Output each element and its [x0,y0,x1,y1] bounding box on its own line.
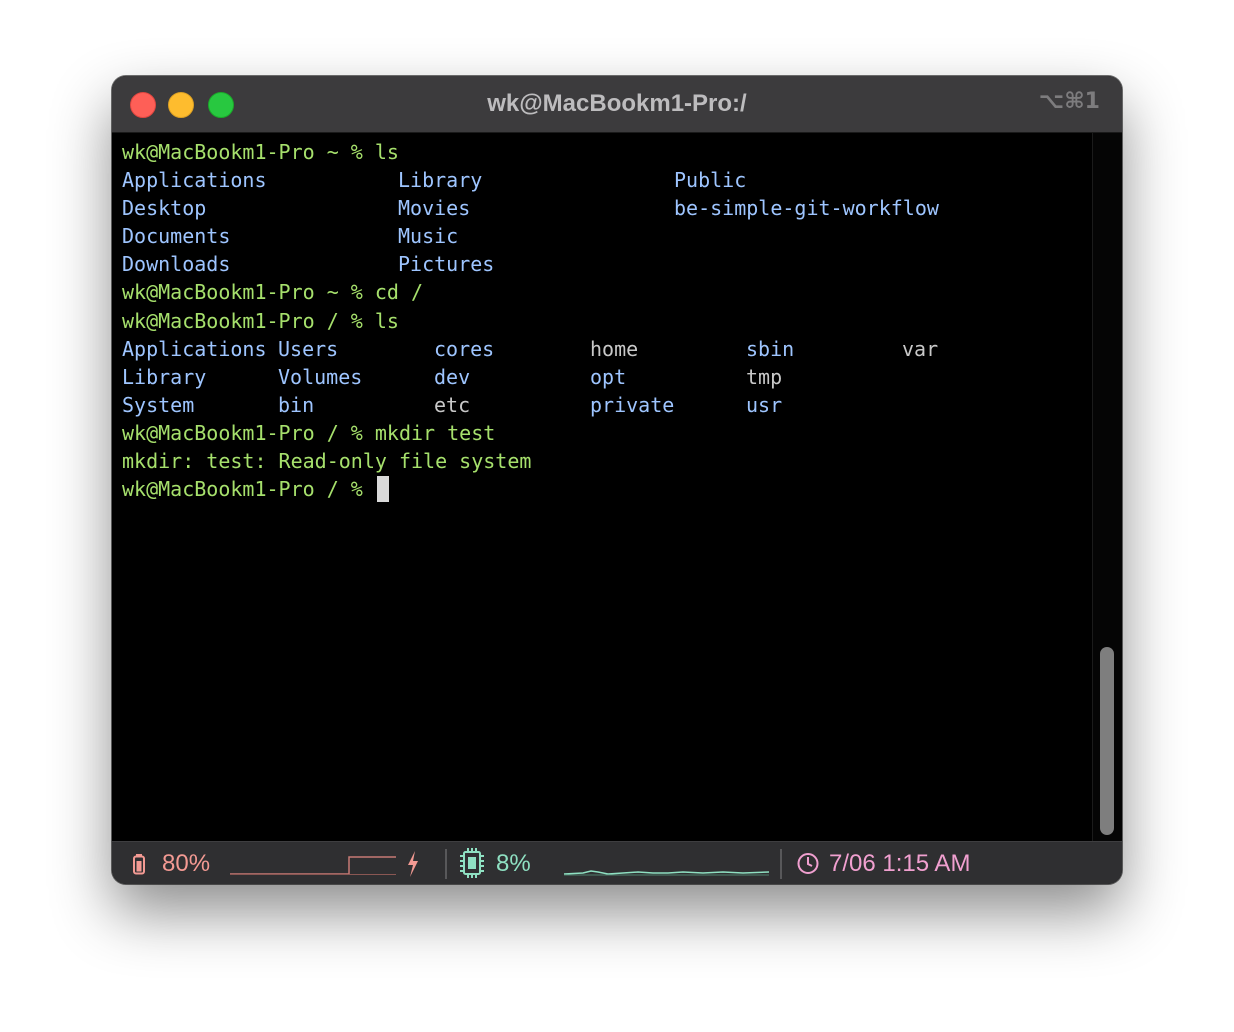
ls-output-row: Applications Users cores home sbin var [122,335,1082,363]
prompt: wk@MacBookm1-Pro ~ % [122,140,375,164]
active-prompt-line[interactable]: wk@MacBookm1-Pro / % [122,475,1082,503]
ls-output-row: Documents Music [122,222,1082,250]
text-cursor [376,475,389,502]
cpu-percentage: 8% [496,850,531,877]
error-text: mkdir: test: Read-only file system [122,449,532,474]
command-text: cd / [374,280,424,305]
dir-entry: Library [122,364,207,389]
dir-entry: dev [434,364,471,389]
dir-entry: Public [674,168,747,193]
scrollbar-thumb[interactable] [1100,647,1114,835]
ls-output-row: Applications Library Public [122,166,1082,194]
terminal-output[interactable]: wk@MacBookm1-Pro ~ % ls Applications Lib… [122,138,1082,838]
command-text: ls [374,140,399,164]
battery-percentage: 80% [162,850,211,877]
dir-entry: Documents [122,224,231,249]
bolt-icon [406,842,420,884]
dir-entry: Music [398,224,459,249]
battery-icon [132,842,146,884]
command-text: ls [374,308,399,333]
file-entry: etc [434,392,471,417]
status-divider [445,849,447,879]
title-bar[interactable]: wk@MacBookm1-Pro:/ ⌥⌘1 [112,76,1122,133]
file-entry: home [590,336,639,361]
dir-entry: Movies [398,196,471,221]
dir-entry: Users [278,336,339,361]
terminal-window: wk@MacBookm1-Pro:/ ⌥⌘1 wk@MacBookm1-Pro … [112,76,1122,884]
dir-entry: Applications [122,168,267,193]
dir-entry: bin [278,392,315,417]
prompt: wk@MacBookm1-Pro / % [122,308,375,333]
cpu-graph [563,842,771,884]
window-title: wk@MacBookm1-Pro:/ [487,90,747,117]
date-time: 7/06 1:15 AM [829,850,971,877]
ls-output-row: Desktop Movies be-simple-git-workflow [122,194,1082,222]
command-line: wk@MacBookm1-Pro ~ % ls [122,138,1082,166]
ls-output-row: Library Volumes dev opt tmp [122,363,1082,391]
dir-entry: Pictures [398,252,495,277]
dir-entry: cores [434,336,495,361]
status-bar: 80% 8% 7/06 1:15 AM [112,841,1122,884]
dir-entry: Volumes [278,364,363,389]
file-entry: tmp [746,364,783,389]
dir-entry: private [590,392,675,417]
file-entry: var [902,336,939,361]
dir-entry: Applications [122,336,267,361]
prompt: wk@MacBookm1-Pro / % [122,477,375,502]
cpu-chip-icon [459,842,485,884]
dir-entry: be-simple-git-workflow [674,196,939,221]
command-line: wk@MacBookm1-Pro ~ % cd / [122,278,1082,306]
battery-graph [229,842,399,884]
dir-entry: sbin [746,336,795,361]
window-shortcut-label: ⌥⌘1 [1038,89,1100,114]
prompt: wk@MacBookm1-Pro / % [122,420,375,445]
clock-icon [796,842,820,884]
dir-entry: usr [746,392,783,417]
command-line: wk@MacBookm1-Pro / % mkdir test [122,419,1082,447]
prompt: wk@MacBookm1-Pro ~ % [122,280,375,305]
dir-entry: Downloads [122,252,231,277]
status-divider [780,849,782,879]
command-text: mkdir test [374,420,496,445]
ls-output-row: Downloads Pictures [122,250,1082,278]
command-line: wk@MacBookm1-Pro / % ls [122,307,1082,335]
error-line: mkdir: test: Read-only file system [122,447,1082,475]
dir-entry: Desktop [122,196,207,221]
dir-entry: opt [590,364,627,389]
scrollbar[interactable] [1092,133,1122,841]
ls-output-row: System bin etc private usr [122,391,1082,419]
dir-entry: System [122,392,195,417]
dir-entry: Library [398,168,483,193]
